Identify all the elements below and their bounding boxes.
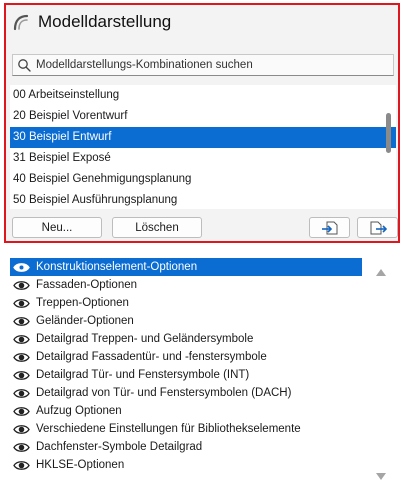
option-item[interactable]: Aufzug Optionen bbox=[10, 402, 362, 420]
option-label: HKLSE-Optionen bbox=[36, 459, 125, 471]
eye-icon[interactable] bbox=[13, 406, 30, 417]
option-item[interactable]: Fassaden-Optionen bbox=[10, 276, 362, 294]
export-button[interactable] bbox=[357, 217, 398, 238]
eye-icon[interactable] bbox=[13, 280, 30, 291]
import-icon bbox=[321, 221, 337, 234]
option-label: Dachfenster-Symbole Detailgrad bbox=[36, 441, 203, 453]
option-item[interactable]: Geländer-Optionen bbox=[10, 312, 362, 330]
panel-header: Modelldarstellung bbox=[12, 9, 171, 35]
eye-icon[interactable] bbox=[13, 334, 30, 345]
combination-item[interactable]: 31 Beispiel Exposé bbox=[10, 148, 396, 169]
option-item[interactable]: Detailgrad von Tür- und Fenstersymbolen … bbox=[10, 384, 362, 402]
option-label: Detailgrad Fassadentür- und -fenstersymb… bbox=[36, 351, 267, 363]
option-item[interactable]: Detailgrad Treppen- und Geländersymbole bbox=[10, 330, 362, 348]
option-item[interactable]: Detailgrad Tür- und Fenstersymbole (INT) bbox=[10, 366, 362, 384]
search-icon bbox=[18, 59, 31, 72]
eye-icon[interactable] bbox=[13, 352, 30, 363]
eye-icon[interactable] bbox=[13, 262, 30, 273]
combination-item[interactable]: 00 Arbeitseinstellung bbox=[10, 85, 396, 106]
options-list[interactable]: Konstruktionselement-Optionen Fassaden-Op… bbox=[10, 258, 362, 494]
option-item[interactable]: Detailgrad Fassadentür- und -fenstersymb… bbox=[10, 348, 362, 366]
eye-icon[interactable] bbox=[13, 460, 30, 471]
option-label: Geländer-Optionen bbox=[36, 315, 134, 327]
combination-item[interactable]: 30 Beispiel Entwurf bbox=[10, 127, 396, 148]
import-button[interactable] bbox=[309, 217, 350, 238]
combination-item[interactable]: 50 Beispiel Ausführungsplanung bbox=[10, 190, 396, 209]
eye-icon[interactable] bbox=[13, 316, 30, 327]
combination-item[interactable]: 20 Beispiel Vorentwurf bbox=[10, 106, 396, 127]
option-label: Aufzug Optionen bbox=[36, 405, 122, 417]
option-label: Detailgrad Treppen- und Geländersymbole bbox=[36, 333, 254, 345]
option-item[interactable]: Dachfenster-Symbole Detailgrad bbox=[10, 438, 362, 456]
option-item[interactable]: Konstruktionselement-Optionen bbox=[10, 258, 362, 276]
search-field[interactable] bbox=[12, 54, 394, 76]
option-label: Detailgrad von Tür- und Fenstersymbolen … bbox=[36, 387, 292, 399]
delete-button[interactable]: Löschen bbox=[112, 217, 202, 238]
option-item[interactable]: Treppen-Optionen bbox=[10, 294, 362, 312]
combination-list-scrollbar[interactable] bbox=[386, 113, 391, 153]
scroll-up-arrow-icon[interactable] bbox=[375, 267, 387, 277]
new-button[interactable]: Neu... bbox=[12, 217, 102, 238]
eye-icon[interactable] bbox=[13, 370, 30, 381]
option-label: Verschiedene Einstellungen für Bibliothe… bbox=[36, 423, 301, 435]
model-display-panel: Modelldarstellung 00 Arbeitseinstellung2… bbox=[4, 3, 400, 243]
option-item[interactable]: HKLSE-Optionen bbox=[10, 456, 362, 474]
export-icon bbox=[370, 221, 387, 234]
eye-icon[interactable] bbox=[13, 424, 30, 435]
search-input[interactable] bbox=[36, 59, 393, 71]
option-label: Konstruktionselement-Optionen bbox=[36, 261, 198, 273]
combination-item[interactable]: 40 Beispiel Genehmigungsplanung bbox=[10, 169, 396, 190]
option-label: Treppen-Optionen bbox=[36, 297, 129, 309]
option-item[interactable]: Verschiedene Einstellungen für Bibliothe… bbox=[10, 420, 362, 438]
scroll-down-arrow-icon[interactable] bbox=[375, 472, 387, 482]
eye-icon[interactable] bbox=[13, 388, 30, 399]
eye-icon[interactable] bbox=[13, 442, 30, 453]
option-label: Detailgrad Tür- und Fenstersymbole (INT) bbox=[36, 369, 250, 381]
eye-icon[interactable] bbox=[13, 298, 30, 309]
combination-list[interactable]: 00 Arbeitseinstellung 20 Beispiel Vorentw… bbox=[10, 85, 396, 209]
model-display-icon bbox=[13, 14, 29, 31]
option-label: Fassaden-Optionen bbox=[36, 279, 138, 291]
panel-title: Modelldarstellung bbox=[38, 12, 172, 31]
